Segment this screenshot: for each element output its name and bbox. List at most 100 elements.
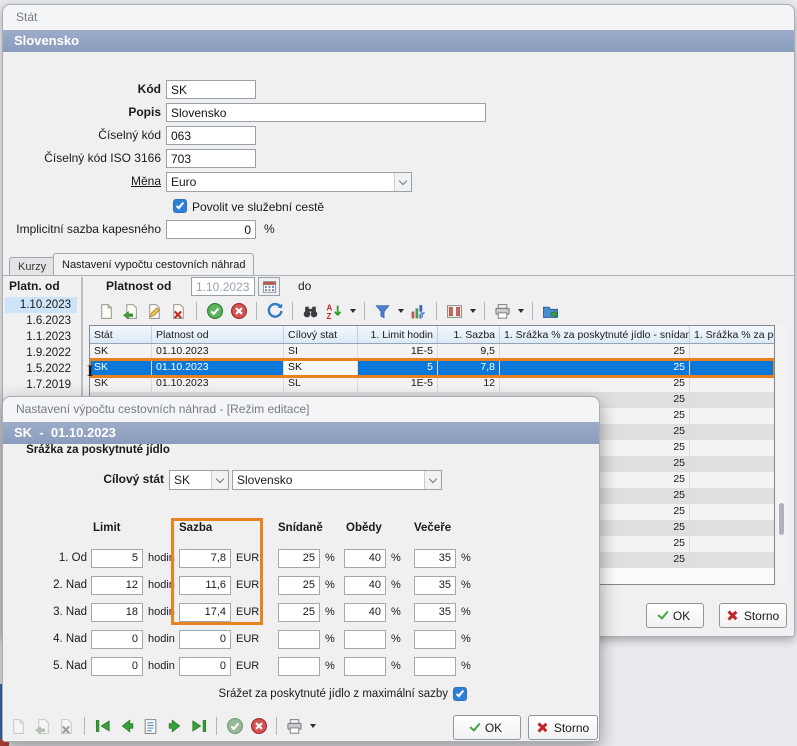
cilovy-stat-code-combo[interactable]: SK (169, 470, 229, 490)
refresh-icon[interactable] (265, 302, 284, 321)
sazba-input[interactable]: 0 (179, 657, 231, 676)
snidane-input[interactable] (278, 657, 320, 676)
table-scrollbar[interactable] (777, 325, 786, 585)
iso-kod-input[interactable] (166, 149, 256, 168)
copy-record-icon[interactable] (33, 717, 52, 736)
date-list-item[interactable]: 1.7.2019 (5, 377, 77, 393)
sazba-input[interactable]: 0 (179, 630, 231, 649)
column-header[interactable]: 1. Sazba (438, 326, 500, 343)
find-icon[interactable] (301, 302, 320, 321)
obedy-input[interactable]: 40 (344, 576, 386, 595)
obedy-input[interactable]: 40 (344, 603, 386, 622)
filter-dropdown-arrow-icon[interactable] (398, 309, 404, 313)
edit-record-icon[interactable] (145, 302, 164, 321)
kapesne-input[interactable] (166, 220, 256, 239)
dialog-titlebar[interactable]: Nastavení výpočtu cestovních náhrad - [R… (3, 397, 599, 422)
limit-input[interactable]: 12 (91, 576, 143, 595)
column-header[interactable]: 1. Limit hodin (358, 326, 438, 343)
sort-az-icon[interactable]: AZ (325, 302, 344, 321)
nav-prev-icon[interactable] (117, 717, 136, 736)
window-titlebar[interactable]: Stát (3, 5, 794, 30)
column-header[interactable]: Cílový stat (284, 326, 358, 343)
copy-record-icon[interactable] (121, 302, 140, 321)
columns-dropdown-arrow-icon[interactable] (470, 309, 476, 313)
platnost-od-input[interactable] (191, 277, 255, 296)
separator (292, 302, 293, 320)
cancel-icon[interactable] (229, 302, 248, 321)
vecere-input[interactable]: 35 (414, 549, 456, 568)
nav-last-icon[interactable] (189, 717, 208, 736)
new-record-icon[interactable] (9, 717, 28, 736)
edit-dialog: Nastavení výpočtu cestovních náhrad - [R… (2, 396, 600, 742)
vecere-input[interactable]: 35 (414, 603, 456, 622)
dialog-ok-button[interactable]: OK (453, 715, 521, 740)
filter-graph-icon[interactable] (409, 302, 428, 321)
scrollbar-thumb[interactable] (779, 503, 784, 535)
popis-input[interactable] (166, 103, 486, 122)
cancel-icon[interactable] (249, 717, 268, 736)
print-dropdown-arrow-icon[interactable] (310, 724, 316, 728)
sort-dropdown-arrow-icon[interactable] (350, 309, 356, 313)
date-list-item[interactable]: 1.5.2022 (5, 361, 77, 377)
limit-input[interactable]: 18 (91, 603, 143, 622)
snidane-input[interactable]: 25 (278, 549, 320, 568)
table-row[interactable]: SK 01.10.2023 SK 5 7,8 25 (90, 360, 774, 376)
column-header[interactable]: 1. Srážka % za poskytnuté jídlo - snídan… (500, 326, 690, 343)
table-row[interactable]: SK 01.10.2023 SL 1E-5 12 25 (90, 376, 774, 392)
obedy-input[interactable] (344, 630, 386, 649)
vecere-input[interactable]: 35 (414, 576, 456, 595)
dialog-toolbar (9, 713, 316, 739)
snidane-input[interactable]: 25 (278, 576, 320, 595)
vecere-input[interactable] (414, 630, 456, 649)
tab-nastaveni-nahrad[interactable]: Nastavení vypočtu cestovních náhrad (53, 253, 254, 275)
print-dropdown-arrow-icon[interactable] (518, 309, 524, 313)
date-list-item[interactable]: 1.6.2023 (5, 313, 77, 329)
storno-button[interactable]: Storno (719, 603, 787, 628)
cilovy-code-dropdown-button[interactable] (211, 471, 228, 489)
column-header[interactable]: Stát (90, 326, 152, 343)
mena-label[interactable]: Měna (3, 172, 161, 191)
obedy-input[interactable]: 40 (344, 549, 386, 568)
column-header[interactable]: 1. Srážka % za pos (690, 326, 774, 343)
max-rate-checkbox[interactable] (453, 687, 467, 701)
limit-input[interactable]: 0 (91, 657, 143, 676)
print-icon[interactable] (493, 302, 512, 321)
mena-combo[interactable]: Euro (166, 172, 412, 192)
kod-input[interactable] (166, 80, 256, 99)
columns-icon[interactable] (445, 302, 464, 321)
ok-button[interactable]: OK (646, 603, 704, 628)
date-list-item[interactable]: 1.9.2022 (5, 345, 77, 361)
obedy-input[interactable] (344, 657, 386, 676)
limit-input[interactable]: 0 (91, 630, 143, 649)
calendar-icon (262, 280, 277, 294)
limit-input[interactable]: 5 (91, 549, 143, 568)
cilovy-stat-name-combo[interactable]: Slovensko (232, 470, 442, 490)
ciselny-kod-input[interactable] (166, 126, 256, 145)
confirm-icon[interactable] (205, 302, 224, 321)
cilovy-name-dropdown-button[interactable] (424, 471, 441, 489)
filter-icon[interactable] (373, 302, 392, 321)
export-icon[interactable] (541, 302, 560, 321)
table-row[interactable]: SK 01.10.2023 SI 1E-5 9,5 25 (90, 344, 774, 360)
delete-record-icon[interactable] (169, 302, 188, 321)
percent-unit: % (391, 549, 401, 568)
snidane-input[interactable]: 25 (278, 603, 320, 622)
nav-first-icon[interactable] (93, 717, 112, 736)
nav-next-icon[interactable] (165, 717, 184, 736)
confirm-icon[interactable] (225, 717, 244, 736)
date-list-item[interactable]: 1.10.2023 (5, 297, 77, 313)
delete-record-icon[interactable] (57, 717, 76, 736)
tab-kurzy[interactable]: Kurzy (9, 257, 55, 275)
print-icon[interactable] (285, 717, 304, 736)
date-list-item[interactable]: 1.1.2023 (5, 329, 77, 345)
column-header[interactable]: Platnost od (152, 326, 284, 343)
snidane-input[interactable] (278, 630, 320, 649)
new-record-icon[interactable] (97, 302, 116, 321)
record-list-icon[interactable] (141, 717, 160, 736)
povolit-checkbox[interactable] (173, 199, 187, 213)
dialog-storno-button[interactable]: Storno (528, 715, 598, 740)
vecere-input[interactable] (414, 657, 456, 676)
rate-row: 2. Nad 12 hodin 11,6 EUR 25 % 40 % 35 % (3, 576, 599, 595)
mena-dropdown-button[interactable] (394, 173, 411, 191)
calendar-button[interactable] (258, 277, 280, 296)
